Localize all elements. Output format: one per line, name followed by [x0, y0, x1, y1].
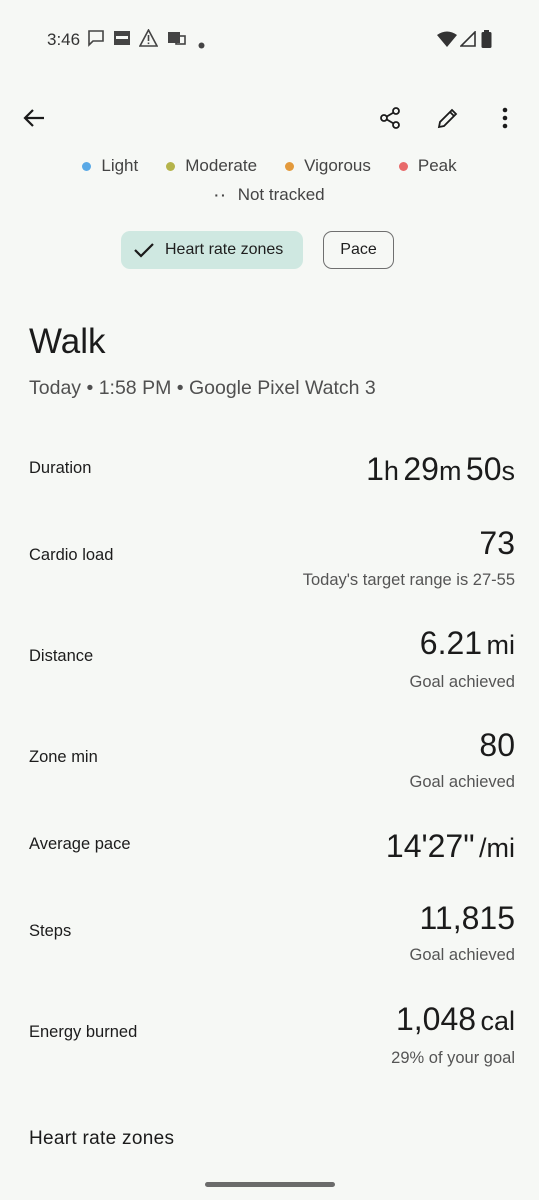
duration-seconds-unit: s: [501, 456, 516, 486]
chart-toggle-chips: Heart rate zones Pace: [121, 231, 394, 269]
pace-chip[interactable]: Pace: [323, 231, 394, 269]
energy-unit: cal: [480, 1006, 515, 1036]
energy-value-block: 1,048 cal 29% of your goal: [391, 1003, 515, 1068]
distance-value-block: 6.21 mi Goal achieved: [410, 627, 516, 692]
energy-label: Energy burned: [29, 1023, 138, 1041]
legend-label-light: Light: [101, 156, 139, 175]
cell-signal-icon: [459, 30, 476, 52]
zone-min-value: 80: [479, 727, 515, 763]
edit-button[interactable]: [428, 98, 468, 138]
legend-item-vigorous: Vigorous: [285, 156, 371, 176]
message-icon: [87, 29, 105, 52]
steps-label: Steps: [29, 922, 72, 940]
cardio-load-value: 73: [479, 525, 515, 561]
pace-chip-label: Pace: [340, 241, 377, 258]
zone-min-sub: Goal achieved: [409, 773, 516, 791]
warning-icon: [138, 28, 159, 52]
duration-hours: 1: [366, 451, 384, 487]
legend-label-moderate: Moderate: [185, 156, 258, 175]
share-icon: [380, 107, 400, 129]
legend-item-peak: Peak: [398, 156, 457, 176]
steps-sub: Goal achieved: [409, 946, 516, 964]
legend-dot-light: [82, 161, 92, 171]
distance-sub: Goal achieved: [409, 673, 516, 691]
pencil-icon: [437, 108, 458, 129]
legend-label-not-tracked: Not tracked: [237, 185, 325, 204]
average-pace-value: 14'27": [385, 828, 475, 864]
check-icon: [134, 243, 154, 258]
more-vert-icon: [502, 107, 508, 129]
heart-rate-zones-chip-label: Heart rate zones: [165, 241, 284, 258]
legend-row-not-tracked: ·· Not tracked: [0, 183, 539, 207]
not-tracked-dots-icon: ··: [214, 187, 228, 203]
duration-value: 1h 29m 50s: [366, 453, 515, 487]
energy-sub: 29% of your goal: [391, 1049, 515, 1067]
average-pace-value-block: 14'27" /mi: [386, 830, 515, 864]
steps-value-block: 11,815 Goal achieved: [410, 902, 516, 965]
duration-minutes: 29: [403, 451, 439, 487]
distance-unit: mi: [486, 630, 516, 660]
legend-dot-moderate: [166, 161, 176, 171]
app-bar: [0, 96, 539, 144]
zone-min-value-block: 80 Goal achieved: [410, 729, 516, 792]
status-time: 3:46: [47, 30, 81, 49]
back-arrow-icon: [23, 109, 44, 127]
heart-zone-legend: Light Moderate Vigorous Peak ·· Not trac…: [0, 154, 539, 207]
legend-item-moderate: Moderate: [166, 156, 257, 176]
back-button[interactable]: [14, 98, 54, 138]
legend-item-light: Light: [82, 156, 138, 176]
duration-label: Duration: [29, 459, 92, 477]
activity-subtitle: Today • 1:58 PM • Google Pixel Watch 3: [29, 377, 376, 399]
energy-value: 1,048: [395, 1001, 477, 1037]
legend-label-peak: Peak: [417, 156, 457, 175]
more-options-button[interactable]: [485, 98, 525, 138]
status-bar: 3:46: [0, 0, 539, 80]
duration-hours-unit: h: [383, 456, 399, 486]
legend-item-not-tracked: ·· Not tracked: [214, 185, 324, 205]
heart-rate-zones-section-title: Heart rate zones: [29, 1128, 175, 1149]
cardio-load-label: Cardio load: [29, 546, 114, 564]
news-app-icon: [113, 29, 131, 52]
wifi-icon: [437, 31, 457, 52]
share-button[interactable]: [370, 98, 410, 138]
zone-min-label: Zone min: [29, 748, 98, 766]
activity-title: Walk: [29, 322, 106, 361]
average-pace-label: Average pace: [29, 835, 131, 853]
cast-icon: [166, 29, 186, 52]
duration-seconds: 50: [465, 451, 502, 487]
legend-label-vigorous: Vigorous: [304, 156, 371, 175]
distance-value: 6.21: [419, 625, 483, 661]
duration-minutes-unit: m: [438, 456, 462, 486]
cardio-load-sub: Today's target range is 27-55: [302, 571, 515, 589]
heart-rate-zones-chip[interactable]: Heart rate zones: [121, 231, 304, 269]
legend-dot-vigorous: [285, 161, 295, 171]
legend-dot-peak: [398, 161, 408, 171]
battery-icon: [481, 30, 492, 53]
distance-label: Distance: [29, 647, 94, 665]
average-pace-unit: /mi: [479, 833, 515, 863]
steps-value: 11,815: [419, 900, 516, 936]
gesture-nav-handle[interactable]: [205, 1182, 335, 1187]
notification-dot-icon: [198, 36, 205, 54]
cardio-load-value-block: 73 Today's target range is 27-55: [303, 527, 515, 590]
legend-row: Light Moderate Vigorous Peak: [0, 154, 539, 178]
